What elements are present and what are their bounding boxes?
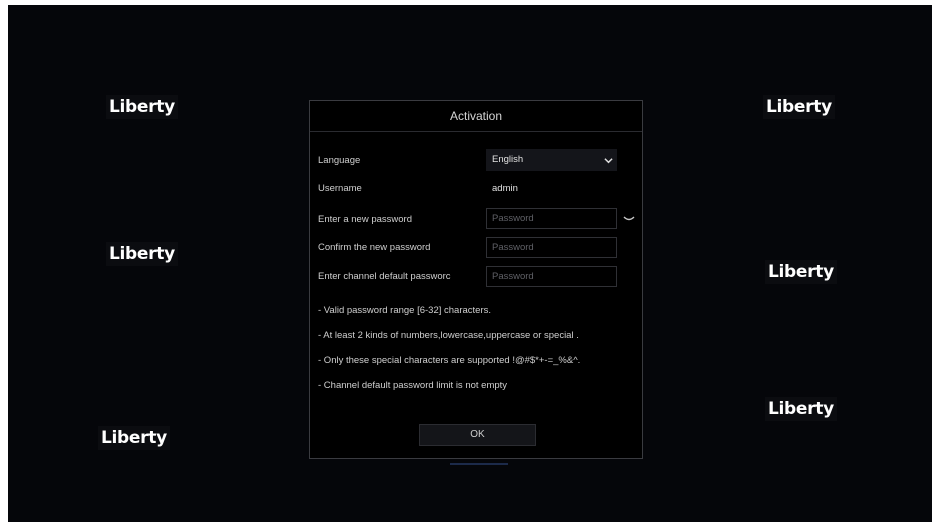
language-label: Language — [318, 155, 361, 166]
focus-underline — [450, 463, 508, 465]
language-select-value: English — [492, 154, 524, 165]
login-screen: Liberty Liberty Liberty Liberty Liberty … — [8, 5, 932, 522]
password-hint: - Channel default password limit is not … — [318, 380, 508, 391]
new-password-label: Enter a new password — [318, 214, 412, 225]
new-password-field[interactable]: Password — [486, 208, 617, 229]
password-hint: - Only these special characters are supp… — [318, 355, 581, 366]
brand-logo: Liberty — [765, 260, 837, 284]
username-label: Username — [318, 183, 362, 194]
eye-closed-icon[interactable] — [623, 215, 635, 223]
brand-logo: Liberty — [106, 95, 178, 119]
channel-password-field[interactable]: Password — [486, 266, 617, 287]
password-hint: - At least 2 kinds of numbers,lowercase,… — [318, 330, 579, 341]
chevron-down-icon — [604, 158, 613, 164]
brand-logo: Liberty — [763, 95, 835, 119]
dialog-title: Activation — [310, 101, 642, 132]
brand-logo: Liberty — [98, 426, 170, 450]
activation-dialog: Activation Language English Username adm… — [309, 100, 643, 465]
username-value: admin — [492, 183, 518, 194]
brand-logo: Liberty — [765, 397, 837, 421]
language-select[interactable]: English — [486, 149, 617, 171]
brand-logo: Liberty — [106, 242, 178, 266]
confirm-password-label: Confirm the new password — [318, 242, 431, 253]
channel-password-label: Enter channel default passworc — [318, 271, 451, 282]
password-hint: - Valid password range [6-32] characters… — [318, 305, 492, 316]
ok-button[interactable]: OK — [419, 424, 536, 446]
confirm-password-field[interactable]: Password — [486, 237, 617, 258]
